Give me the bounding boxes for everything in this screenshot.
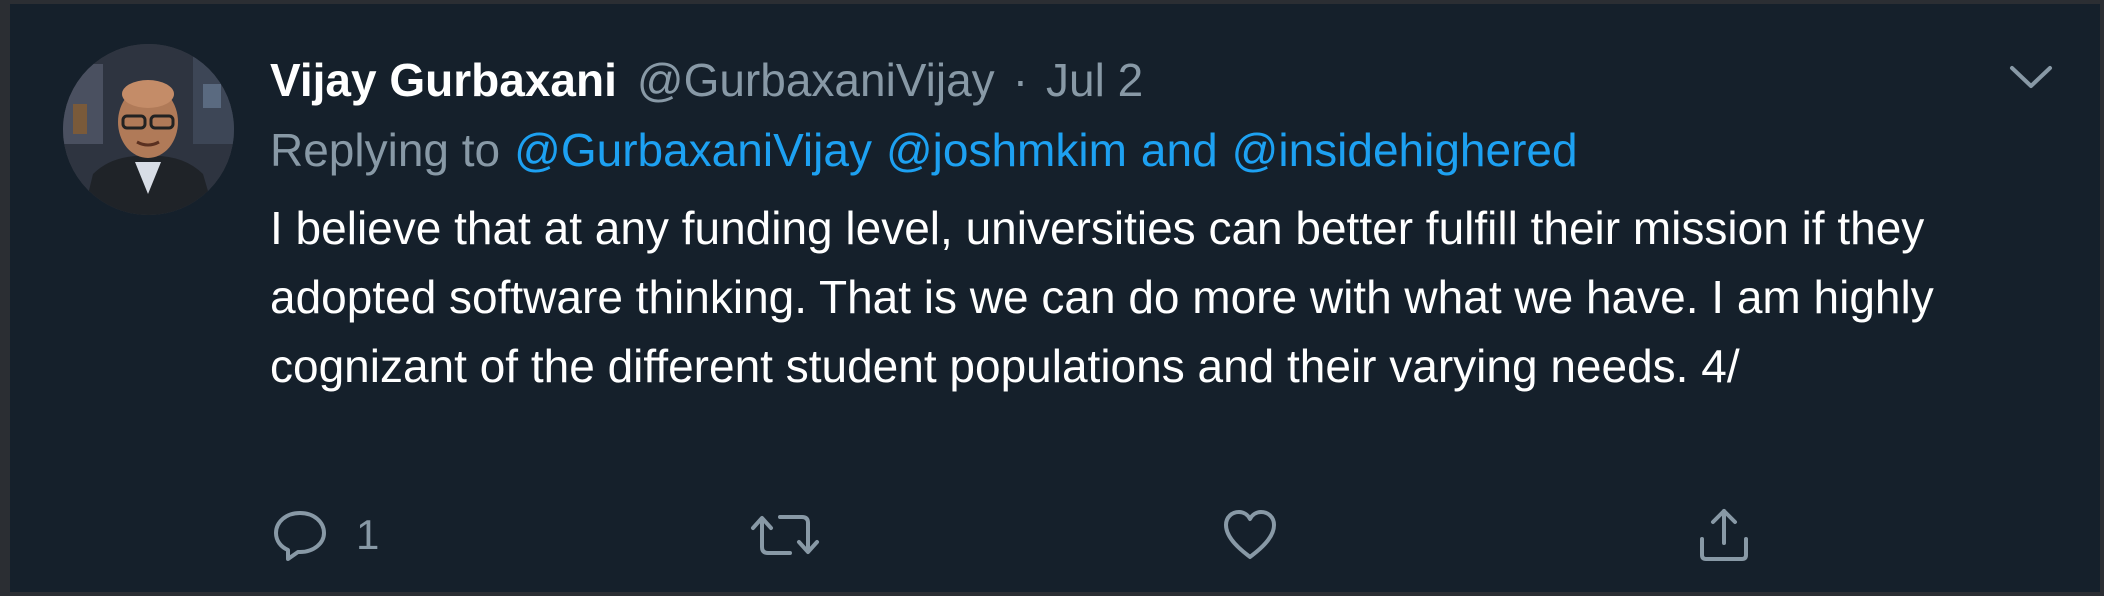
user-handle[interactable]: @GurbaxaniVijay (637, 53, 995, 107)
display-name[interactable]: Vijay Gurbaxani (270, 53, 617, 107)
retweet-arrows-icon (751, 515, 819, 555)
speech-bubble-icon (274, 511, 326, 561)
mention-link[interactable]: @GurbaxaniVijay (514, 123, 872, 177)
avatar-image (63, 44, 234, 215)
like-button[interactable] (1220, 500, 1306, 570)
mention-link[interactable]: @joshmkim (886, 123, 1127, 177)
tweet-text: I believe that at any funding level, uni… (270, 202, 1934, 392)
replying-to-label: Replying to (270, 124, 501, 176)
tweet-actions: 1 (270, 500, 1830, 570)
heart-icon (1224, 510, 1276, 559)
tweet-header: Vijay Gurbaxani @GurbaxaniVijay · Jul 2 (270, 50, 1143, 110)
reply-count: 1 (356, 511, 380, 558)
reply-button[interactable]: 1 (270, 500, 379, 570)
tweet-card[interactable]: Vijay Gurbaxani @GurbaxaniVijay · Jul 2 … (10, 4, 2100, 592)
more-options-button[interactable] (2006, 58, 2056, 98)
retweet-button[interactable] (750, 500, 846, 570)
mention-link[interactable]: @insidehighered (1232, 123, 1578, 177)
share-button[interactable] (1694, 500, 1754, 570)
chevron-down-icon (2010, 66, 2052, 88)
avatar[interactable] (63, 44, 234, 215)
separator-dot: · (1012, 54, 1029, 106)
tweet-date[interactable]: Jul 2 (1046, 53, 1143, 107)
mention-conjunction: and (1140, 124, 1218, 176)
replying-to-line: Replying to @GurbaxaniVijay @joshmkim an… (270, 120, 1578, 180)
share-upload-icon (1700, 509, 1748, 561)
